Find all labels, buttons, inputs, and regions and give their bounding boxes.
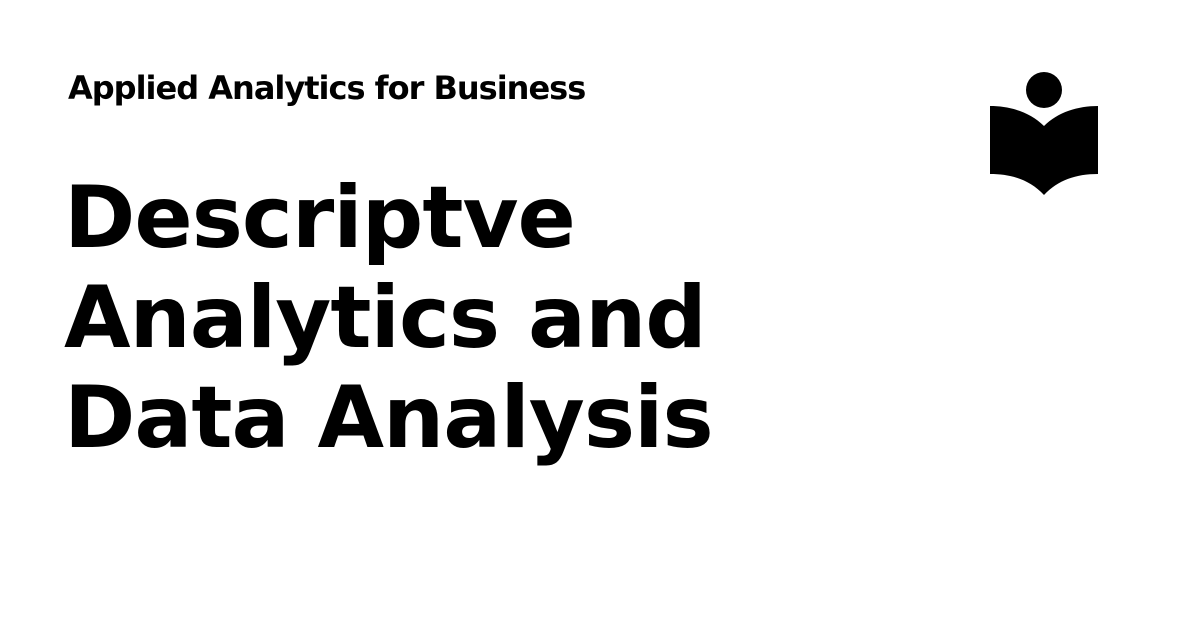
person-reading-book-icon: [988, 70, 1100, 196]
page-title: Descriptve Analytics and Data Analysis: [64, 168, 824, 468]
course-subtitle: Applied Analytics for Business: [68, 69, 586, 107]
title-line: Data Analysis: [64, 368, 714, 468]
social-card: Applied Analytics for Business Descriptv…: [0, 0, 1200, 630]
title-line: Analytics and: [64, 268, 707, 368]
title-line: Descriptve: [64, 168, 576, 268]
